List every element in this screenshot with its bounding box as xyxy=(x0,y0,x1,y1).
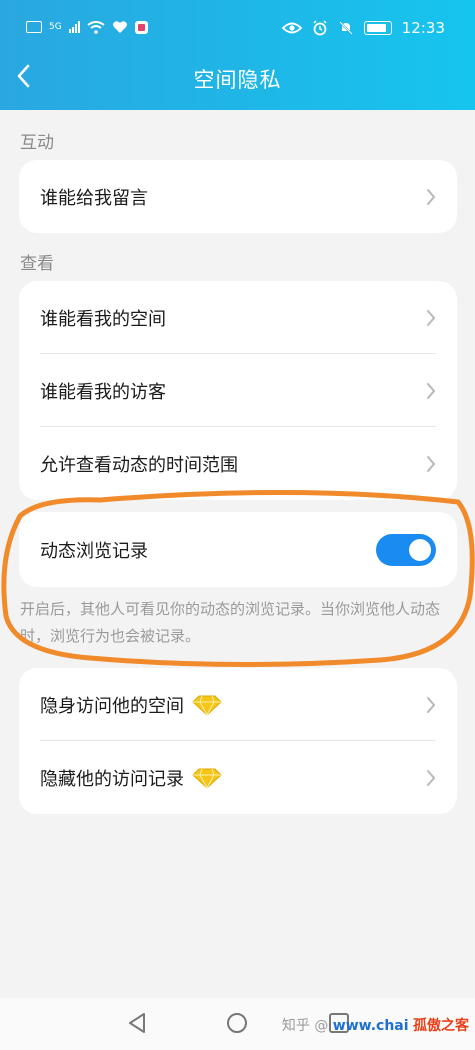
nav-home-circle-icon[interactable] xyxy=(224,1010,250,1036)
setting-row-feed-time-range[interactable]: 允许查看动态的时间范围 xyxy=(19,427,457,500)
setting-label: 谁能看我的空间 xyxy=(40,308,166,330)
chevron-right-icon xyxy=(427,697,436,713)
setting-label: 隐身访问他的空间 xyxy=(40,695,184,717)
heart-icon xyxy=(112,21,127,33)
setting-label: 谁能给我留言 xyxy=(40,187,148,209)
hd-icon xyxy=(26,21,42,33)
view-card: 谁能看我的空间 谁能看我的访客 允许查看动态的时间范围 xyxy=(19,281,457,500)
chevron-right-icon xyxy=(427,456,436,472)
battery-icon xyxy=(363,21,392,35)
toggle-description: 开启后，其他人可看见你的动态的浏览记录。当你浏览他人动态时，浏览行为也会被记录。 xyxy=(20,600,441,645)
nav-back-triangle-icon[interactable] xyxy=(124,1010,150,1036)
mute-bell-icon xyxy=(339,21,353,35)
setting-row-invisible-visit[interactable]: 隐身访问他的空间 xyxy=(19,668,457,741)
5g-signal-icon xyxy=(68,21,80,33)
setting-label: 隐藏他的访问记录 xyxy=(40,768,184,790)
status-bar: 5G 12:33 xyxy=(0,0,475,46)
watermark-prefix: 知乎 @ xyxy=(281,1018,329,1034)
setting-row-who-can-view-visitors[interactable]: 谁能看我的访客 xyxy=(19,354,457,427)
section-label-interact: 互动 xyxy=(20,133,54,153)
browse-history-toggle[interactable] xyxy=(376,534,436,566)
setting-label: 谁能看我的访客 xyxy=(40,381,166,403)
setting-row-hide-visit-record[interactable]: 隐藏他的访问记录 xyxy=(19,741,457,814)
app-icon xyxy=(134,20,148,34)
chevron-right-icon xyxy=(427,189,436,205)
setting-row-who-can-view-space[interactable]: 谁能看我的空间 xyxy=(19,281,457,354)
watermark: 知乎 @ www.chai 孤傲之客 xyxy=(282,1015,469,1035)
diamond-icon xyxy=(192,695,222,716)
chevron-right-icon xyxy=(427,383,436,399)
watermark-brand: 孤傲之客 xyxy=(413,1018,469,1034)
interact-card: 谁能给我留言 xyxy=(19,160,457,233)
network-label: 5G xyxy=(49,22,62,32)
eye-icon xyxy=(281,22,302,34)
app-header: 空间隐私 xyxy=(0,46,475,110)
header-background: 5G 12:33 空间隐私 xyxy=(0,0,475,110)
alarm-icon xyxy=(313,20,327,36)
setting-label: 动态浏览记录 xyxy=(40,540,148,562)
watermark-site: www.chai xyxy=(332,1018,409,1034)
diamond-icon xyxy=(192,768,222,789)
page-title: 空间隐私 xyxy=(193,68,282,92)
chevron-right-icon xyxy=(427,310,436,326)
wifi-icon xyxy=(87,20,105,34)
setting-row-browse-history: 动态浏览记录 xyxy=(19,512,457,587)
toggle-card: 动态浏览记录 xyxy=(19,512,457,587)
vip-card: 隐身访问他的空间 隐藏他的访问记录 xyxy=(19,668,457,814)
section-label-view: 查看 xyxy=(20,254,54,274)
setting-label: 允许查看动态的时间范围 xyxy=(40,454,238,476)
status-time: 12:33 xyxy=(401,19,445,37)
setting-row-who-can-message[interactable]: 谁能给我留言 xyxy=(19,160,457,233)
chevron-right-icon xyxy=(427,770,436,786)
